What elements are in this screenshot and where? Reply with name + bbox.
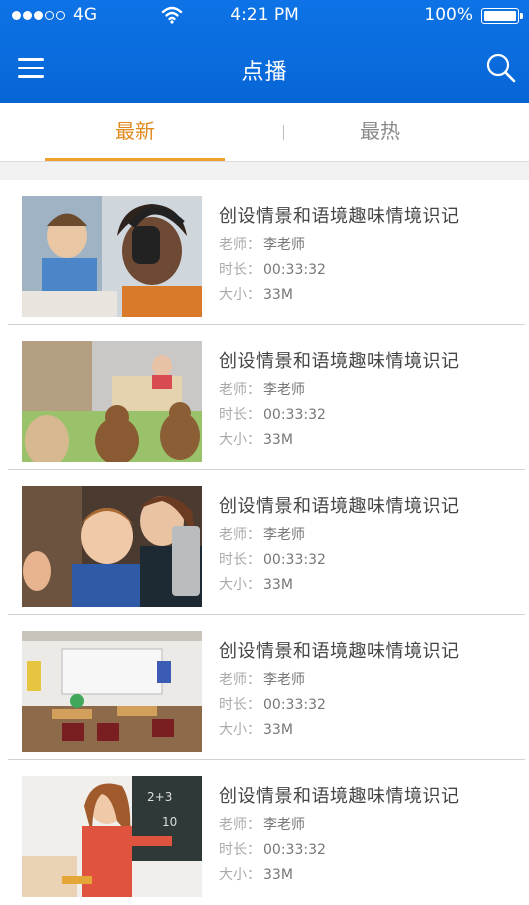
duration-value: 00:33:32: [263, 552, 326, 568]
svg-text:2+3: 2+3: [147, 790, 172, 804]
teacher-label: 老师：: [219, 527, 261, 543]
size-label: 大小：: [219, 287, 261, 303]
teacher-label: 老师：: [219, 382, 261, 398]
teacher-row: 老师： 李老师: [219, 527, 460, 543]
tab-hottest-label: 最热: [360, 119, 400, 143]
size-row: 大小： 33M: [219, 287, 460, 303]
status-bar: 4G 4:21 PM 100%: [0, 0, 529, 32]
size-value: 33M: [263, 722, 293, 738]
duration-value: 00:33:32: [263, 842, 326, 858]
video-item[interactable]: 创设情景和语境趣味情境识记 老师： 李老师 时长： 00:33:32 大小： 33M: [0, 470, 529, 615]
video-title: 创设情景和语境趣味情境识记: [219, 786, 460, 807]
teacher-value: 李老师: [263, 672, 305, 688]
battery-percent: 100%: [424, 5, 473, 25]
duration-label: 时长：: [219, 697, 261, 713]
duration-row: 时长： 00:33:32: [219, 842, 460, 858]
size-label: 大小：: [219, 577, 261, 593]
video-thumbnail: [22, 486, 202, 607]
video-info: 创设情景和语境趣味情境识记 老师： 李老师 时长： 00:33:32 大小： 33M: [219, 492, 460, 593]
size-label: 大小：: [219, 722, 261, 738]
size-row: 大小： 33M: [219, 867, 460, 883]
video-info: 创设情景和语境趣味情境识记 老师： 李老师 时长： 00:33:32 大小： 33M: [219, 347, 460, 448]
teacher-value: 李老师: [263, 817, 305, 833]
teacher-value: 李老师: [263, 527, 305, 543]
teacher-label: 老师：: [219, 237, 261, 253]
size-value: 33M: [263, 867, 293, 883]
size-label: 大小：: [219, 867, 261, 883]
teacher-value: 李老师: [263, 382, 305, 398]
duration-row: 时长： 00:33:32: [219, 552, 460, 568]
video-thumbnail: [22, 631, 202, 752]
teacher-row: 老师： 李老师: [219, 817, 460, 833]
teacher-row: 老师： 李老师: [219, 382, 460, 398]
teacher-label: 老师：: [219, 672, 261, 688]
video-title: 创设情景和语境趣味情境识记: [219, 351, 460, 372]
video-title: 创设情景和语境趣味情境识记: [219, 641, 460, 662]
size-label: 大小：: [219, 432, 261, 448]
video-thumbnail: [22, 341, 202, 462]
video-info: 创设情景和语境趣味情境识记 老师： 李老师 时长： 00:33:32 大小： 33M: [219, 202, 460, 303]
battery-icon: [481, 8, 523, 24]
duration-value: 00:33:32: [263, 407, 326, 423]
video-title: 创设情景和语境趣味情境识记: [219, 496, 460, 517]
video-thumbnail: [22, 196, 202, 317]
video-info: 创设情景和语境趣味情境识记 老师： 李老师 时长： 00:33:32 大小： 33M: [219, 782, 460, 883]
tab-latest[interactable]: 最新: [45, 103, 225, 161]
duration-value: 00:33:32: [263, 697, 326, 713]
teacher-label: 老师：: [219, 817, 261, 833]
duration-label: 时长：: [219, 842, 261, 858]
size-value: 33M: [263, 577, 293, 593]
duration-label: 时长：: [219, 552, 261, 568]
video-item[interactable]: 创设情景和语境趣味情境识记 老师： 李老师 时长： 00:33:32 大小： 33M: [0, 325, 529, 470]
video-thumbnail: 2+3 10: [22, 776, 202, 897]
tab-divider: [283, 125, 284, 140]
page-title: 点播: [241, 60, 288, 85]
video-title: 创设情景和语境趣味情境识记: [219, 206, 460, 227]
video-item[interactable]: 2+3 10 创设情景和语境趣味情境识记 老师： 李老师 时长： 00:33:32 …: [0, 760, 529, 905]
size-value: 33M: [263, 287, 293, 303]
nav-bar: 点播: [0, 40, 529, 100]
size-row: 大小： 33M: [219, 432, 460, 448]
size-row: 大小： 33M: [219, 722, 460, 738]
teacher-value: 李老师: [263, 237, 305, 253]
app-header: 4G 4:21 PM 100% 点播: [0, 0, 529, 103]
active-tab-indicator: [45, 158, 225, 161]
size-value: 33M: [263, 432, 293, 448]
svg-text:10: 10: [162, 815, 177, 829]
tab-hottest[interactable]: 最热: [290, 103, 470, 161]
video-item[interactable]: 创设情景和语境趣味情境识记 老师： 李老师 时长： 00:33:32 大小： 33M: [0, 180, 529, 325]
tab-latest-label: 最新: [115, 119, 155, 143]
teacher-row: 老师： 李老师: [219, 237, 460, 253]
duration-label: 时长：: [219, 407, 261, 423]
duration-row: 时长： 00:33:32: [219, 407, 460, 423]
search-icon[interactable]: [485, 52, 517, 84]
video-item[interactable]: 创设情景和语境趣味情境识记 老师： 李老师 时长： 00:33:32 大小： 33M: [0, 615, 529, 760]
duration-row: 时长： 00:33:32: [219, 697, 460, 713]
duration-label: 时长：: [219, 262, 261, 278]
duration-value: 00:33:32: [263, 262, 326, 278]
video-info: 创设情景和语境趣味情境识记 老师： 李老师 时长： 00:33:32 大小： 33M: [219, 637, 460, 738]
teacher-row: 老师： 李老师: [219, 672, 460, 688]
tab-bar: 最新 最热: [0, 103, 529, 162]
duration-row: 时长： 00:33:32: [219, 262, 460, 278]
size-row: 大小： 33M: [219, 577, 460, 593]
video-list: 创设情景和语境趣味情境识记 老师： 李老师 时长： 00:33:32 大小： 33M: [0, 180, 529, 905]
